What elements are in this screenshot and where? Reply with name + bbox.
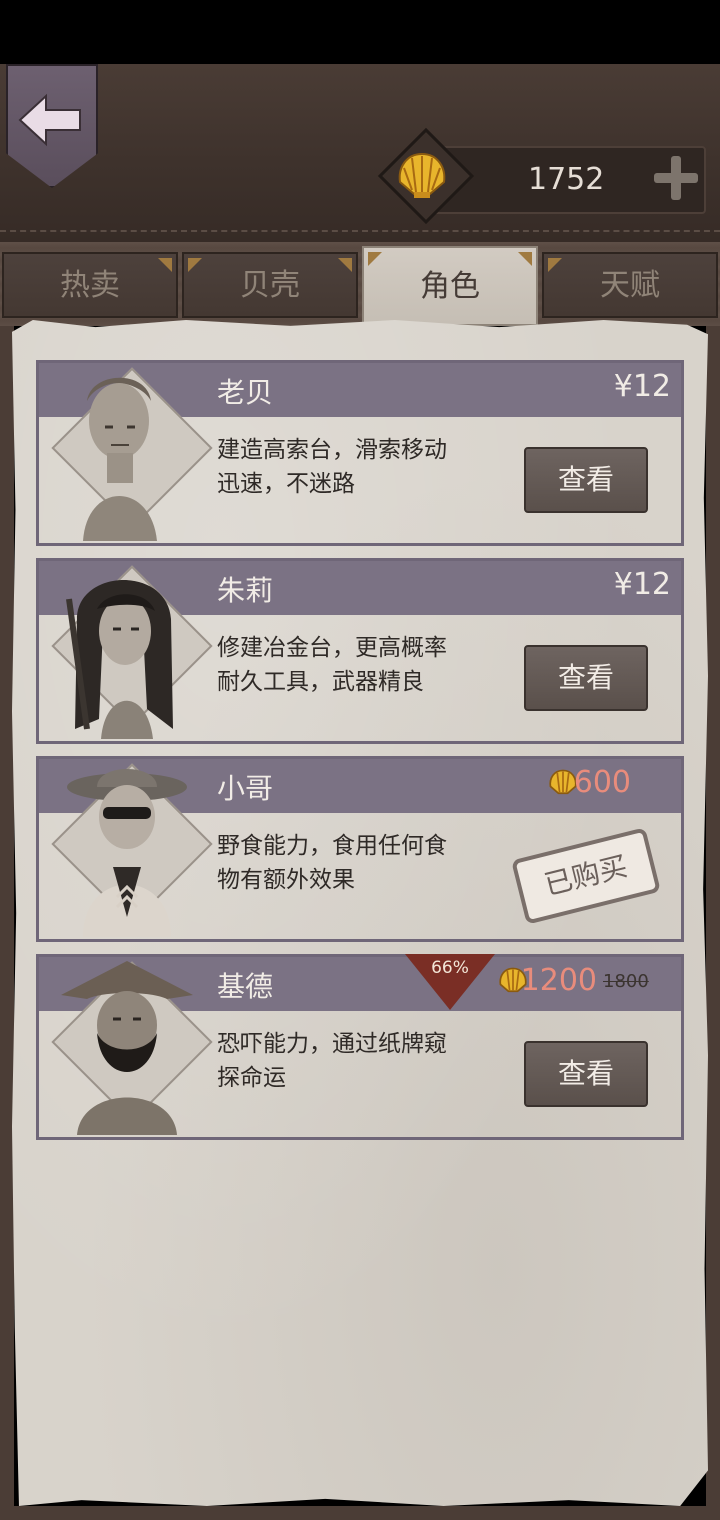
view-button[interactable]: 查看 [524, 447, 648, 513]
frame-left [0, 326, 14, 1520]
tab-characters[interactable]: 角色 [362, 246, 538, 326]
character-card-xiaoge: 小哥 600 野食能力，食用任何食物有额外效果 已购买 [36, 756, 684, 942]
purchased-stamp: 已购买 [511, 827, 661, 925]
tab-shells-label: 贝壳 [240, 268, 300, 303]
character-card-laobei: 老贝 ¥12 建造高索台，滑索移动迅速，不迷路 查看 [36, 360, 684, 546]
character-description: 恐吓能力，通过纸牌窥探命运 [217, 1031, 447, 1091]
character-price: 1200 [520, 963, 597, 998]
character-description: 修建冶金台，更高概率耐久工具，武器精良 [217, 635, 447, 695]
tab-characters-label: 角色 [420, 269, 480, 304]
character-price: ¥12 [613, 369, 671, 404]
shell-balance-value: 1752 [528, 162, 605, 197]
original-price: 1800 [603, 971, 649, 992]
tab-hot[interactable]: 热卖 [2, 252, 178, 318]
add-shells-button[interactable] [654, 156, 698, 200]
portrait-laobei [83, 377, 157, 541]
tab-talents[interactable]: 天赋 [542, 252, 718, 318]
character-name: 老贝 [217, 376, 274, 409]
portrait-jide [61, 961, 193, 1135]
character-price: 600 [573, 765, 631, 800]
tab-hot-label: 热卖 [60, 268, 120, 303]
tab-shells[interactable]: 贝壳 [182, 252, 358, 318]
frame-bottom [0, 1506, 720, 1520]
portrait-zhuli [66, 579, 173, 739]
tab-talents-label: 天赋 [600, 268, 660, 303]
character-description: 野食能力，食用任何食物有额外效果 [217, 833, 447, 893]
frame-right [706, 326, 720, 1520]
shell-icon [398, 152, 446, 198]
character-card-jide: 基德 66% 1200 1800 恐吓能力，通过纸牌窥探命运 查看 [36, 954, 684, 1140]
character-name: 小哥 [217, 772, 274, 805]
character-card-zhuli: 朱莉 ¥12 修建冶金台，更高概率耐久工具，武器精良 查看 [36, 558, 684, 744]
back-arrow-icon [18, 93, 81, 147]
character-description: 建造高索台，滑索移动迅速，不迷路 [217, 437, 447, 497]
status-bar [0, 0, 720, 64]
view-button[interactable]: 查看 [524, 645, 648, 711]
portrait-xiaoge [67, 769, 187, 937]
character-name: 朱莉 [217, 574, 274, 607]
character-price: ¥12 [613, 567, 671, 602]
back-button[interactable] [6, 64, 98, 188]
view-button[interactable]: 查看 [524, 1041, 648, 1107]
stitch-line [0, 230, 720, 232]
character-name: 基德 [217, 970, 274, 1003]
